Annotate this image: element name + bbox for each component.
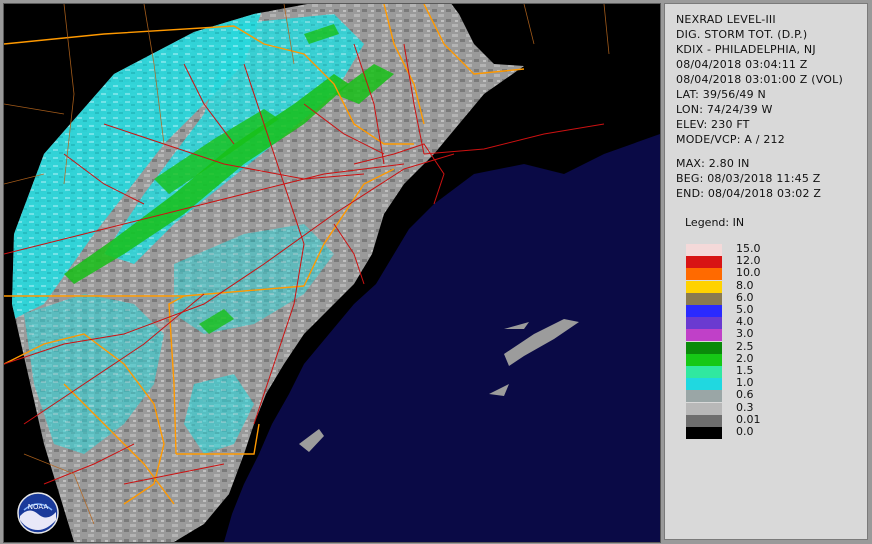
legend-swatch	[686, 256, 722, 269]
elevation: ELEV: 230 FT	[676, 118, 750, 131]
legend-swatch	[686, 341, 722, 354]
legend-label: 2.0	[736, 351, 754, 365]
radar-map[interactable]: NOAA	[3, 3, 661, 543]
legend-label: 6.0	[736, 290, 754, 304]
legend-swatch	[686, 280, 722, 293]
legend-swatch	[686, 353, 722, 366]
latitude: LAT: 39/56/49 N	[676, 88, 766, 101]
legend-label: 0.01	[736, 412, 761, 426]
legend-title: Legend: IN	[685, 216, 745, 229]
legend-label: 8.0	[736, 278, 754, 292]
legend-swatch	[686, 292, 722, 305]
legend-label: 0.3	[736, 400, 754, 414]
legend-swatch	[686, 317, 722, 330]
noaa-logo: NOAA	[17, 492, 59, 534]
legend-swatch	[686, 366, 722, 378]
legend-label: 3.0	[736, 327, 754, 341]
legend-swatch	[686, 378, 722, 391]
legend-swatch	[686, 427, 722, 439]
legend-label: 2.5	[736, 339, 754, 353]
legend-swatch	[686, 329, 722, 342]
time-volume: 08/04/2018 03:01:00 Z (VOL)	[676, 73, 843, 86]
mode-vcp: MODE/VCP: A / 212	[676, 133, 785, 146]
legend-swatch	[686, 305, 722, 317]
legend-label: 15.0	[736, 242, 761, 255]
legend-label: 0.0	[736, 425, 754, 438]
legend-label: 1.5	[736, 364, 754, 377]
legend-swatch	[686, 390, 722, 403]
legend-swatch	[686, 244, 722, 256]
legend-swatch	[686, 402, 722, 415]
longitude: LON: 74/24/39 W	[676, 103, 773, 116]
radar-window: NOAA NEXRAD LEVEL-III DIG. STORM TOT. (D…	[0, 0, 872, 544]
map-canvas	[4, 4, 660, 542]
max-value: MAX: 2.80 IN	[676, 157, 750, 170]
legend-label: 10.0	[736, 266, 761, 280]
legend-swatch	[686, 414, 722, 427]
end-time: END: 08/04/2018 03:02 Z	[676, 187, 822, 200]
time-generated: 08/04/2018 03:04:11 Z	[676, 58, 808, 71]
legend-swatch	[686, 268, 722, 281]
product-title: NEXRAD LEVEL-III	[676, 13, 776, 26]
station: KDIX - PHILADELPHIA, NJ	[676, 43, 816, 56]
legend-label: 12.0	[736, 254, 761, 268]
begin-time: BEG: 08/03/2018 11:45 Z	[676, 172, 821, 185]
legend-label: 0.6	[736, 388, 754, 402]
legend-label: 5.0	[736, 303, 754, 316]
info-panel: NEXRAD LEVEL-III DIG. STORM TOT. (D.P.) …	[664, 3, 868, 540]
product-name: DIG. STORM TOT. (D.P.)	[676, 28, 808, 41]
legend-label: 4.0	[736, 315, 754, 329]
svg-text:NOAA: NOAA	[28, 503, 49, 511]
legend-label: 1.0	[736, 376, 754, 390]
